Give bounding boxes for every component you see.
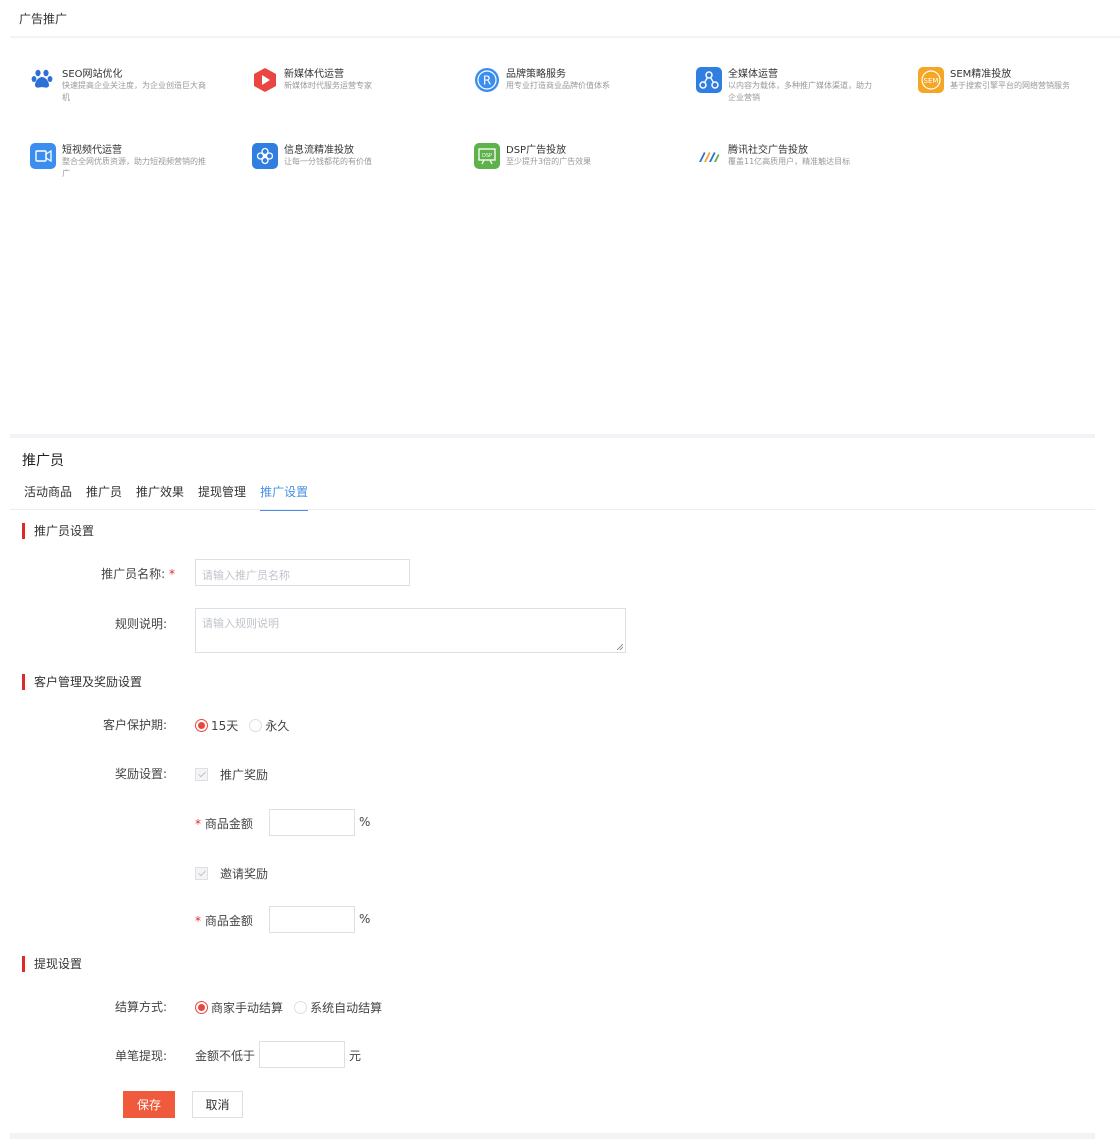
service-card-short-video[interactable]: 短视频代运营 整合全网优质资源，助力短视频营销的推广: [30, 143, 230, 193]
service-desc: 新媒体时代服务运营专家: [284, 81, 372, 90]
divider: [10, 434, 1095, 438]
radio-15-days[interactable]: [195, 719, 208, 732]
svg-text:R: R: [483, 74, 491, 88]
share-nodes-icon: [696, 67, 722, 93]
svg-text:DSP: DSP: [482, 153, 492, 159]
page-title: 广告推广: [19, 12, 68, 26]
section-title: 推广员: [22, 453, 64, 469]
service-title: 腾讯社交广告投放: [728, 145, 808, 156]
promoter-name-input[interactable]: 请输入推广员名称: [195, 559, 410, 586]
service-title: DSP广告投放: [506, 145, 567, 156]
video-icon: [30, 143, 56, 169]
service-desc: 让每一分钱都花的有价值: [284, 157, 372, 166]
tab-promotion-effect[interactable]: 推广效果: [136, 483, 184, 509]
service-title: 全媒体运营: [728, 69, 778, 80]
save-button[interactable]: 保存: [123, 1091, 175, 1118]
tab-bar: 活动商品 推广员 推广效果 提现管理 推广设置: [24, 483, 322, 511]
sem-icon: SEM: [918, 67, 944, 93]
tab-activity-products[interactable]: 活动商品: [24, 483, 72, 509]
service-card-tencent[interactable]: 腾讯社交广告投放 覆盖11亿高质用户，精准触达目标: [696, 143, 896, 193]
min-amount-text: 金额不低于: [195, 1049, 256, 1063]
paw-icon: [31, 69, 53, 88]
rule-placeholder: 请输入规则说明: [202, 617, 279, 630]
promo-amount-input[interactable]: [269, 809, 355, 836]
name-label: 推广员名称: *: [101, 567, 175, 581]
protect-label: 客户保护期:: [102, 718, 167, 732]
protect-radio-group: 15天 永久: [195, 715, 295, 734]
flower-icon: [252, 143, 278, 169]
tab-promoters[interactable]: 推广员: [86, 483, 122, 509]
service-desc: 至少提升3倍的广告效果: [506, 157, 592, 166]
rule-description-input[interactable]: 请输入规则说明: [195, 608, 626, 653]
divider: [10, 36, 1120, 38]
service-title: SEO网站优化: [62, 69, 123, 80]
reward-label: 奖励设置:: [114, 767, 167, 781]
service-desc: 快速提高企业关注度，为企业创造巨大商机: [62, 81, 206, 102]
settle-radio-group: 商家手动结算 系统自动结算: [195, 997, 388, 1016]
tab-promotion-settings[interactable]: 推广设置: [260, 483, 309, 511]
divider: [10, 1133, 1095, 1139]
radio-manual-settle[interactable]: [195, 1001, 208, 1014]
cancel-button[interactable]: 取消: [192, 1091, 243, 1118]
service-card-feed-ads[interactable]: 信息流精准投放 让每一分钱都花的有价值: [252, 143, 452, 193]
service-title: 信息流精准投放: [284, 145, 354, 156]
resize-handle[interactable]: [617, 644, 623, 650]
min-withdraw-input[interactable]: [259, 1041, 345, 1068]
tab-withdrawal-management[interactable]: 提现管理: [198, 483, 246, 509]
service-card-new-media[interactable]: 新媒体代运营 新媒体时代服务运营专家: [252, 67, 452, 117]
service-card-all-media[interactable]: 全媒体运营 以内容为载体，多种推广媒体渠道，助力企业营销: [696, 67, 896, 117]
percent-unit: %: [359, 815, 371, 829]
promo-reward-option: 推广奖励: [195, 764, 268, 783]
presentation-icon: DSP: [474, 143, 500, 169]
settle-label: 结算方式:: [114, 1000, 167, 1014]
service-card-seo[interactable]: SEO网站优化 快速提高企业关注度，为企业创造巨大商机: [30, 67, 230, 117]
percent-unit: %: [359, 912, 371, 926]
radio-auto-settle[interactable]: [294, 1001, 308, 1014]
group-title: 推广员设置: [22, 523, 94, 539]
invite-amount-input[interactable]: [269, 906, 355, 933]
service-card-dsp[interactable]: DSP DSP广告投放 至少提升3倍的广告效果: [474, 143, 674, 193]
invite-reward-checkbox[interactable]: [195, 867, 208, 880]
registered-icon: R: [475, 68, 499, 92]
group-title: 客户管理及奖励设置: [22, 674, 142, 690]
yuan-unit: 元: [349, 1049, 362, 1063]
rule-label: 规则说明:: [114, 617, 167, 631]
service-desc: 基于搜索引擎平台的网络营销服务: [950, 81, 1070, 90]
radio-permanent[interactable]: [249, 719, 263, 732]
play-icon: [254, 68, 276, 92]
single-withdraw-label: 单笔提现:: [114, 1049, 167, 1063]
group-title: 提现设置: [22, 956, 82, 972]
promo-reward-checkbox[interactable]: [195, 768, 208, 781]
service-card-sem[interactable]: SEM SEM精准投放 基于搜索引擎平台的网络营销服务: [918, 67, 1118, 117]
tencent-ad-icon: [699, 152, 720, 162]
service-desc: 整合全网优质资源，助力短视频营销的推广: [62, 157, 206, 178]
service-title: 新媒体代运营: [284, 69, 344, 80]
svg-text:SEM: SEM: [924, 77, 939, 85]
service-desc: 覆盖11亿高质用户，精准触达目标: [728, 157, 851, 166]
amount-label: * 商品金额: [195, 914, 253, 928]
service-title: 短视频代运营: [62, 145, 122, 156]
amount-label: * 商品金额: [195, 817, 253, 831]
service-title: SEM精准投放: [950, 69, 1012, 80]
service-title: 品牌策略服务: [506, 69, 566, 80]
divider: [10, 509, 1095, 510]
service-card-brand[interactable]: R 品牌策略服务 用专业打造商业品牌价值体系: [474, 67, 674, 117]
service-desc: 以内容为载体，多种推广媒体渠道，助力企业营销: [728, 81, 872, 102]
service-desc: 用专业打造商业品牌价值体系: [506, 81, 610, 90]
invite-reward-option: 邀请奖励: [195, 863, 268, 882]
